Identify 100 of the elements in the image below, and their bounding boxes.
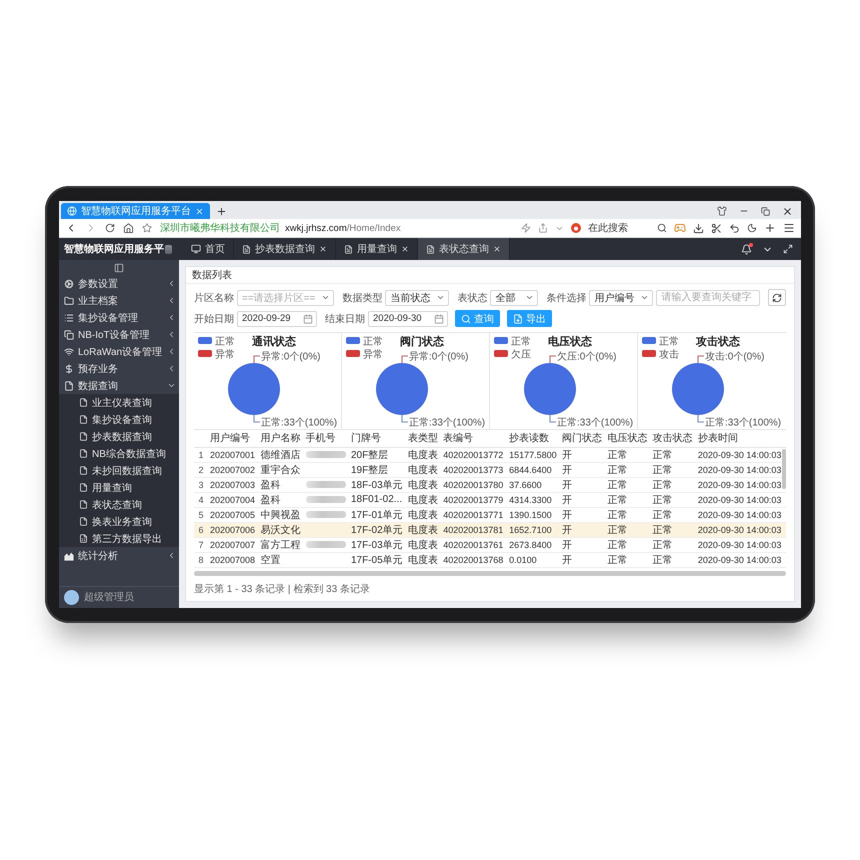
dropdown[interactable]: 用户编号	[589, 290, 654, 306]
sidebar-item[interactable]: 集抄设备查询	[59, 411, 179, 428]
table-row[interactable]: 3 202007003 盈科 18F-03单元 电度表 402020013780 37.6600 开 正常 正常 2020-09-30 14:00:03	[194, 477, 786, 492]
legend-label[interactable]: 正常	[363, 336, 383, 348]
file-icon	[64, 380, 74, 390]
table-cell: 电度表	[406, 507, 442, 522]
table-cell: 电度表	[406, 477, 442, 492]
date-field[interactable]: 2020-09-30	[368, 310, 448, 326]
table-cell: 402020013771	[441, 507, 508, 522]
close-icon[interactable]	[493, 245, 501, 253]
table-row[interactable]: 8 202007008 空置 17F-05单元 电度表 402020013768 0.0100 开 正常 正常 2020-09-30 14:00:03	[194, 552, 786, 567]
sidebar-item[interactable]: 业主仪表查询	[59, 394, 179, 411]
table-cell: 空置	[258, 552, 304, 567]
star-icon[interactable]	[142, 223, 152, 233]
column-header: 攻击状态	[650, 430, 696, 447]
table-cell: 电度表	[406, 462, 442, 477]
sidebar-item[interactable]: 数据查询	[59, 377, 179, 394]
table-row[interactable]: 1 202007001 德维酒店 20F整层 电度表 402020013772 15177.5800 开 正常 正常 2020-09-30 14:00:03	[194, 447, 786, 462]
reload-icon[interactable]	[105, 223, 115, 233]
sidebar-toggle-icon[interactable]	[114, 262, 124, 272]
table-cell: 开	[560, 537, 606, 552]
refresh-button[interactable]	[768, 289, 786, 306]
moon-icon[interactable]	[747, 223, 757, 233]
url-text[interactable]: xwkj.jrhsz.com/Home/Index	[285, 222, 401, 234]
column-header: 抄表时间	[696, 430, 786, 447]
row-number: 4	[194, 492, 208, 507]
search-field[interactable]: 请输入要查询关键字	[656, 290, 760, 306]
legend-label[interactable]: 异常	[215, 350, 235, 360]
legend-label[interactable]: 攻击	[659, 350, 679, 360]
table-cell: 202007007	[208, 537, 258, 552]
bell-icon[interactable]	[741, 244, 752, 254]
overlapping-squares-icon	[64, 330, 74, 340]
download-icon[interactable]	[693, 222, 704, 234]
close-icon[interactable]	[319, 245, 327, 253]
search-engine-icon[interactable]	[571, 223, 581, 233]
legend-label[interactable]: 异常	[363, 350, 383, 360]
data-label: 异常:0个(0%)	[409, 352, 468, 362]
table-cell: 正常	[650, 462, 696, 477]
calendar-icon	[303, 314, 313, 324]
table-cell: 17F-05单元	[348, 552, 406, 567]
table-cell: 202007002	[208, 462, 258, 477]
row-number: 7	[194, 537, 208, 552]
table-cell: 6844.6400	[507, 462, 560, 477]
table-row[interactable]: 6 202007006 易沃文化 17F-02单元 电度表 402020013781 1652.7100 开 正常 正常 2020-09-30 14:00:03	[194, 522, 786, 537]
pie-slice	[672, 363, 724, 415]
table-cell: 正常	[605, 447, 651, 462]
legend-label[interactable]: 欠压	[511, 350, 531, 360]
legend-label[interactable]: 正常	[215, 336, 235, 348]
close-icon[interactable]	[782, 206, 793, 216]
home-icon[interactable]	[123, 222, 134, 234]
plus-icon[interactable]	[764, 222, 776, 234]
expand-icon[interactable]	[783, 244, 793, 254]
sidebar-item[interactable]: 未抄回数据查询	[59, 462, 179, 479]
table-row[interactable]: 7 202007007 富方工程 17F-03单元 电度表 402020013761 2673.8400 开 正常 正常 2020-09-30 14:00:03	[194, 537, 786, 552]
sidebar-item[interactable]: 集抄设备管理	[59, 309, 179, 326]
file-icon	[79, 415, 88, 424]
search-field[interactable]: 在此搜索	[588, 221, 650, 235]
table-cell: 4314.3300	[507, 492, 560, 507]
menu-icon[interactable]	[783, 222, 795, 234]
table-row[interactable]: 2 202007002 重宇合众 19F整层 电度表 402020013773 6844.6400 开 正常 正常 2020-09-30 14:00:03	[194, 462, 786, 477]
date-field[interactable]: 2020-09-29	[237, 310, 317, 326]
dropdown[interactable]: 当前状态	[385, 290, 450, 306]
table-cell: 17F-01单元	[348, 507, 406, 522]
sidebar-item[interactable]: LoRaWan设备管理	[59, 343, 179, 360]
dropdown[interactable]: 全部	[490, 290, 538, 306]
scissors-icon[interactable]	[711, 222, 722, 234]
close-icon[interactable]	[401, 245, 409, 253]
table-cell: 202007006	[208, 522, 258, 537]
sidebar-item[interactable]: 统计分析	[59, 547, 179, 564]
table-row[interactable]: 5 202007005 中興视盈 17F-01单元 电度表 402020013771 1390.1500 开 正常 正常 2020-09-30 14:00:03	[194, 507, 786, 522]
sidebar-item[interactable]: 用量查询	[59, 479, 179, 496]
table-cell: 正常	[650, 537, 696, 552]
shirt-icon[interactable]	[717, 206, 727, 216]
lightning-icon[interactable]	[521, 223, 531, 233]
sidebar-item[interactable]: NB综合数据查询	[59, 445, 179, 462]
sidebar-item[interactable]: 预存业务	[59, 360, 179, 377]
sidebar-item[interactable]: 表状态查询	[59, 496, 179, 513]
legend-label[interactable]: 正常	[659, 336, 679, 348]
table-cell: 37.6600	[507, 477, 560, 492]
file-icon	[79, 449, 88, 458]
search-icon[interactable]	[657, 223, 667, 233]
table-cell: 正常	[605, 477, 651, 492]
file-download-icon	[513, 314, 523, 324]
table-cell: 202007004	[208, 492, 258, 507]
plus-icon[interactable]	[216, 206, 227, 216]
share-icon[interactable]	[538, 223, 548, 233]
sidebar-item[interactable]: 抄表数据查询	[59, 428, 179, 445]
leader-line	[254, 356, 260, 364]
page-tab[interactable]: 表状态查询	[418, 238, 510, 260]
undo-icon[interactable]	[729, 222, 740, 234]
sidebar-item[interactable]: 业主档案	[59, 292, 179, 309]
data-label: 欠压:0个(0%)	[557, 352, 616, 362]
sidebar-item[interactable]: NB-IoT设备管理	[59, 326, 179, 343]
restore-icon[interactable]	[761, 206, 770, 216]
sidebar-item[interactable]: 换表业务查询	[59, 513, 179, 530]
sidebar-item[interactable]: 参数设置	[59, 275, 179, 292]
sidebar-item[interactable]: 第三方数据导出	[59, 530, 179, 547]
legend-label[interactable]: 正常	[511, 336, 531, 348]
leader-line	[698, 414, 704, 422]
table-row[interactable]: 4 202007004 盈科 18F01-02... 电度表 402020013779 4314.3300 开 正常 正常 2020-09-30 14:00:03	[194, 492, 786, 507]
